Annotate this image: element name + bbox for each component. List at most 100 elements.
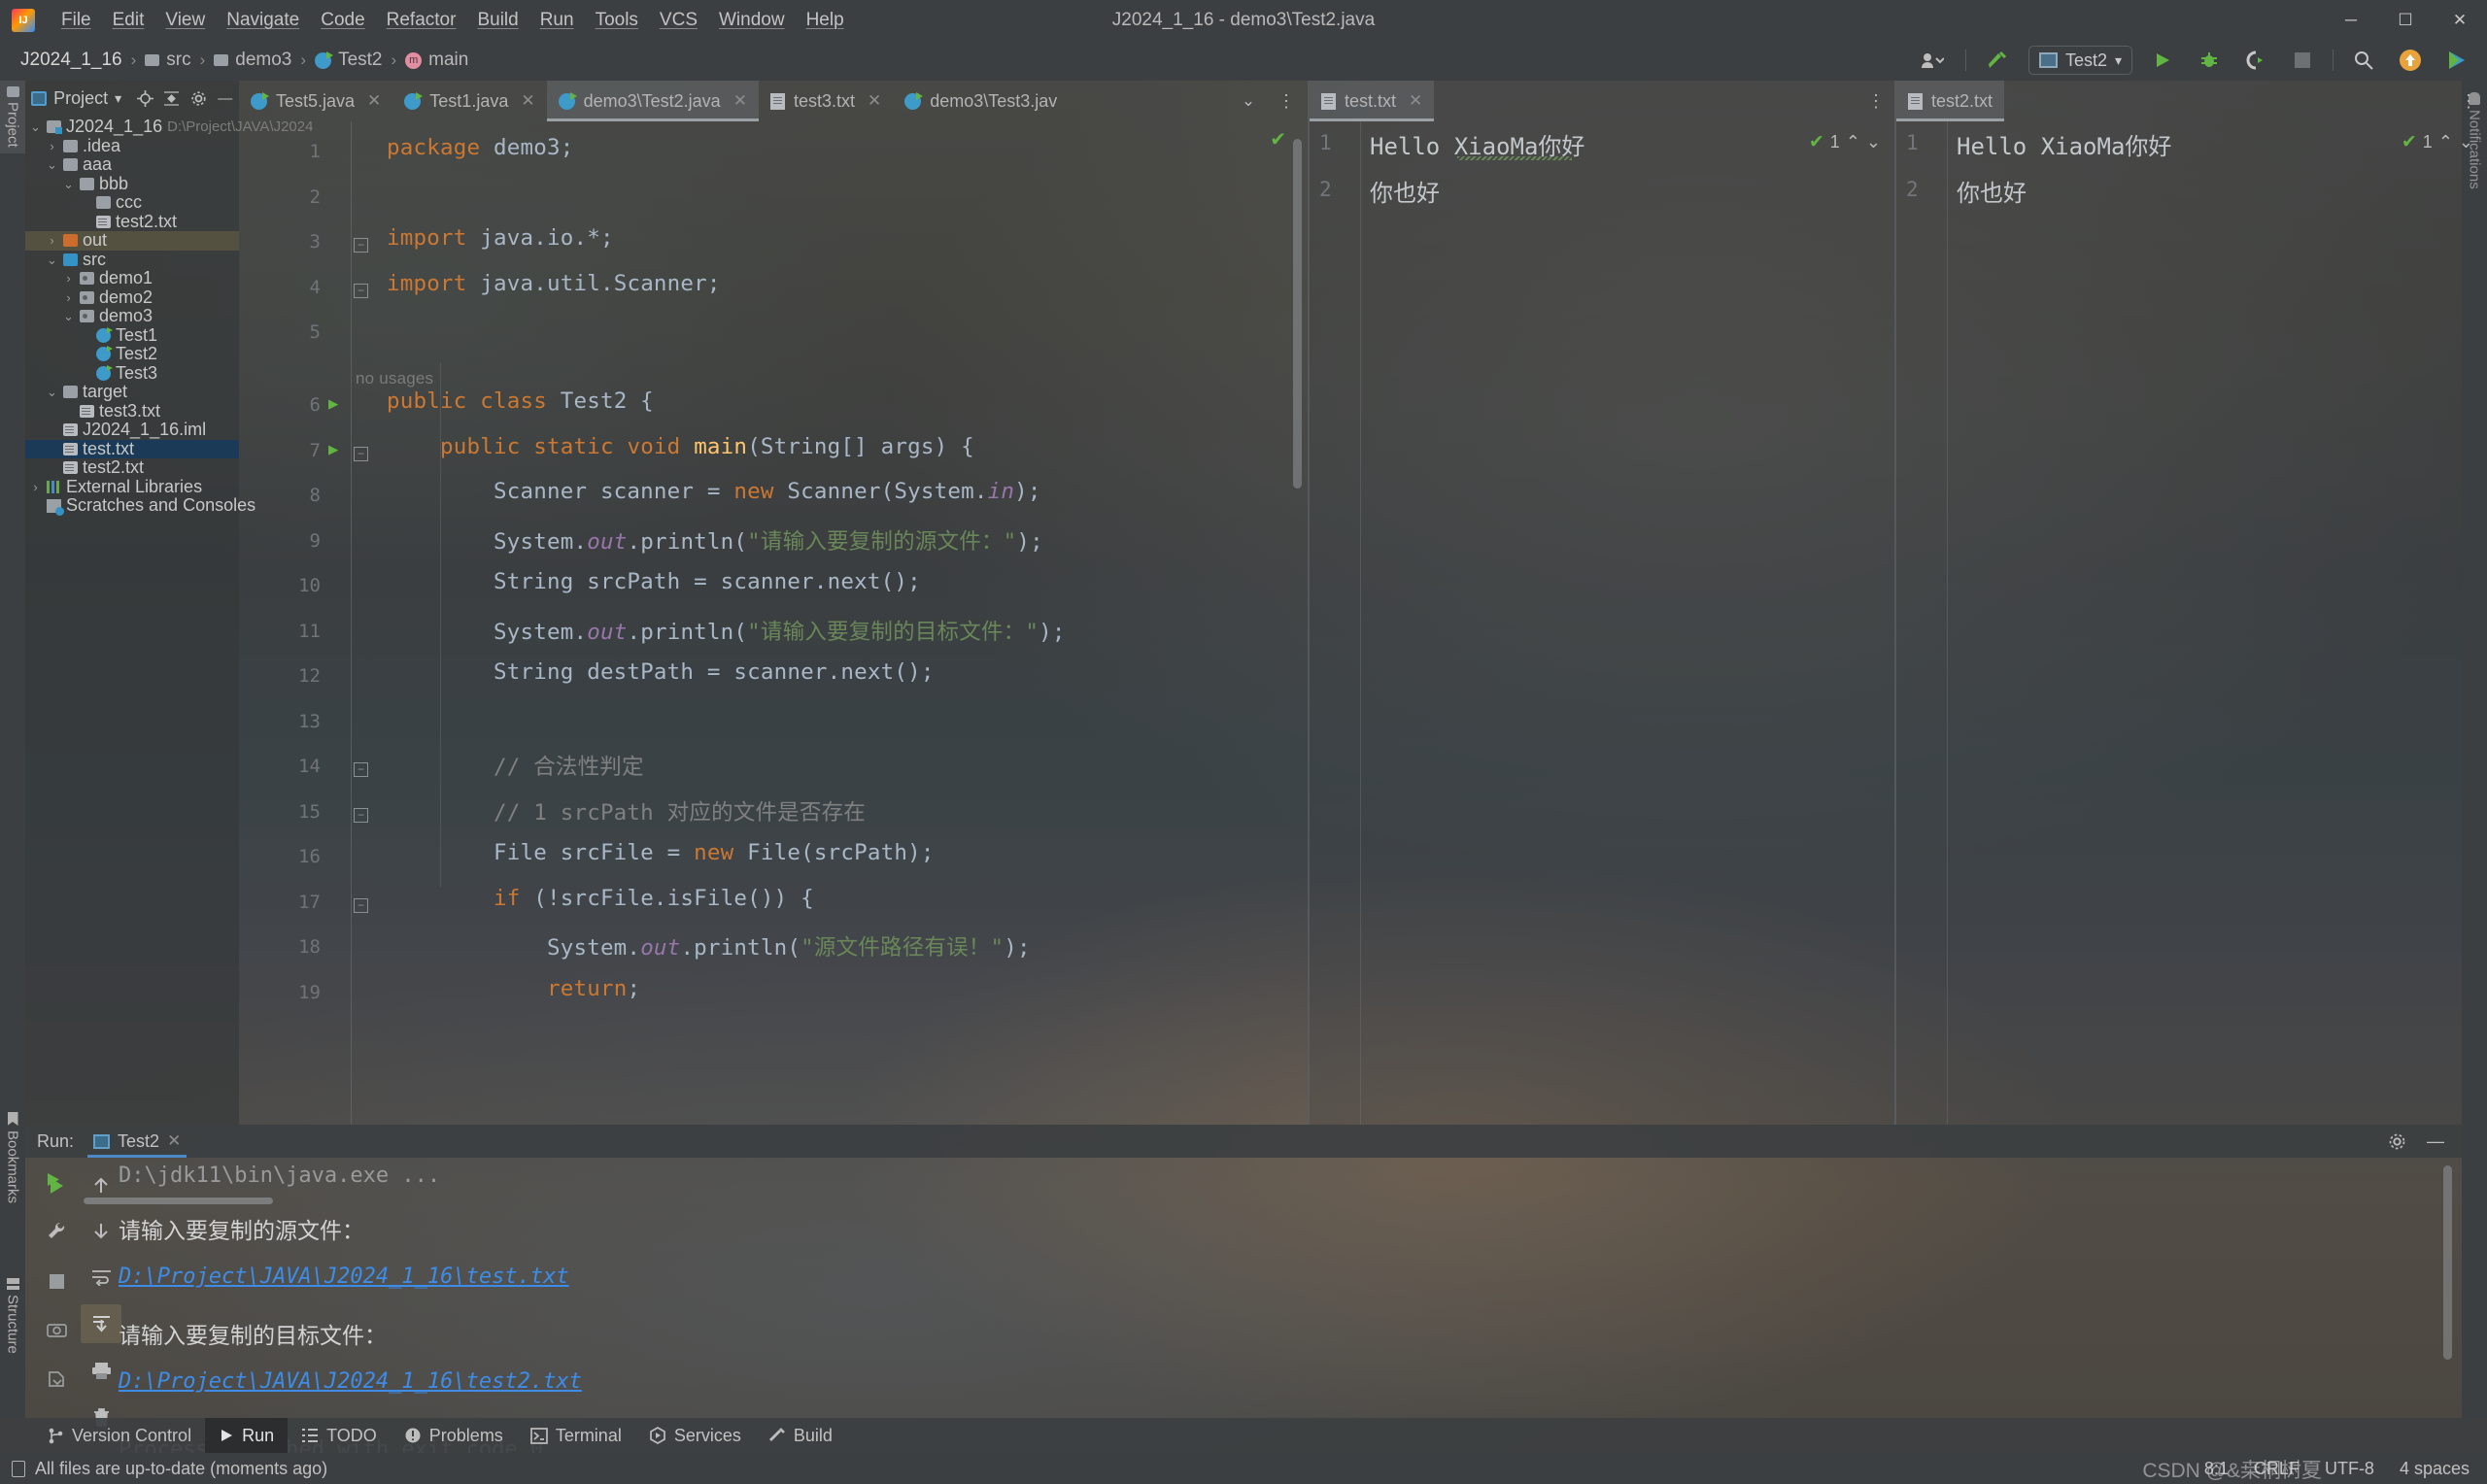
minimize-button[interactable]: ─ bbox=[2324, 0, 2378, 40]
tree-node-external-libraries[interactable]: › External Libraries bbox=[25, 477, 239, 497]
strip-button-structure[interactable]: Structure bbox=[0, 1272, 25, 1360]
menu-item-file[interactable]: File bbox=[51, 0, 102, 40]
code-line[interactable]: public class Test2 { bbox=[387, 388, 654, 414]
search-icon[interactable] bbox=[2347, 46, 2380, 75]
tree-node-ccc[interactable]: ccc bbox=[25, 192, 239, 213]
tree-expand-arrow-icon[interactable]: ⌄ bbox=[29, 118, 42, 137]
menu-item-refactor[interactable]: Refactor bbox=[376, 0, 467, 40]
export-icon[interactable] bbox=[36, 1359, 77, 1398]
code-line[interactable]: // 合法性判定 bbox=[387, 750, 644, 781]
menu-item-navigate[interactable]: Navigate bbox=[216, 0, 310, 40]
code-line[interactable]: System.out.println("请输入要复制的源文件："); bbox=[387, 524, 1043, 556]
bottom-tab-services[interactable]: Services bbox=[635, 1418, 755, 1453]
strip-button-bookmarks[interactable]: Bookmarks bbox=[0, 1106, 25, 1209]
settings-gear-icon[interactable] bbox=[188, 87, 208, 109]
code-line[interactable]: String srcPath = scanner.next(); bbox=[387, 569, 921, 594]
editor-tab-test1-java[interactable]: Test1.java ✕ bbox=[392, 81, 546, 121]
settings-sync-icon[interactable] bbox=[1913, 46, 1952, 75]
text-line[interactable]: 你也好 bbox=[1370, 174, 1440, 208]
tree-node-demo3[interactable]: ⌄ demo3 bbox=[25, 306, 239, 326]
menu-item-edit[interactable]: Edit bbox=[102, 0, 155, 40]
soft-wrap-icon[interactable] bbox=[81, 1258, 121, 1297]
close-icon[interactable]: ✕ bbox=[167, 1131, 181, 1151]
file-encoding[interactable]: UTF-8 bbox=[2325, 1459, 2374, 1479]
tree-node-aaa[interactable]: ⌄ aaa bbox=[25, 154, 239, 175]
stop-square-icon[interactable] bbox=[36, 1262, 77, 1300]
run-tab-test2[interactable]: Test2 ✕ bbox=[84, 1125, 190, 1158]
editor-tab-test2-txt[interactable]: test2.txt bbox=[1896, 81, 2005, 121]
text-line[interactable]: Hello XiaoMa你好 bbox=[1957, 127, 2171, 161]
menu-item-tools[interactable]: Tools bbox=[585, 0, 649, 40]
breadcrumb-item-src[interactable]: src bbox=[140, 48, 195, 73]
tree-node-test1[interactable]: Test1 bbox=[25, 325, 239, 346]
project-view-chevron-icon[interactable]: ▾ bbox=[115, 90, 121, 107]
bottom-tab-build[interactable]: Build bbox=[755, 1418, 846, 1453]
tree-node--idea[interactable]: › .idea bbox=[25, 136, 239, 156]
run-console-output[interactable]: D:\jdk11\bin\java.exe ... 请输入要复制的源文件： D:\P… bbox=[119, 1158, 2431, 1462]
breadcrumb-item-test2[interactable]: Test2 bbox=[310, 48, 387, 73]
inspection-widget[interactable]: ✔ 1 ⌃ ⌄ bbox=[2402, 131, 2473, 153]
text-line[interactable]: 你也好 bbox=[1957, 174, 2027, 208]
tree-node-j2024-1-16-iml[interactable]: J2024_1_16.iml bbox=[25, 420, 239, 440]
run-settings-gear-icon[interactable] bbox=[2382, 1125, 2411, 1158]
code-fold-icon[interactable]: − bbox=[354, 283, 368, 298]
tree-node-target[interactable]: ⌄ target bbox=[25, 382, 239, 402]
menu-item-vcs[interactable]: VCS bbox=[649, 0, 708, 40]
menu-item-window[interactable]: Window bbox=[708, 0, 796, 40]
tree-node-demo1[interactable]: › demo1 bbox=[25, 268, 239, 288]
tree-node-out[interactable]: › out bbox=[25, 230, 239, 251]
editor-vertical-scrollbar[interactable] bbox=[1293, 139, 1302, 489]
editor-tab-test5-java[interactable]: Test5.java ✕ bbox=[239, 81, 392, 121]
close-icon[interactable]: ✕ bbox=[1409, 91, 1422, 111]
tree-node-test3-txt[interactable]: test3.txt bbox=[25, 401, 239, 422]
camera-icon[interactable] bbox=[36, 1310, 77, 1349]
bottom-tab-run[interactable]: Run bbox=[205, 1418, 289, 1453]
tree-node-test3[interactable]: Test3 bbox=[25, 363, 239, 384]
build-hammer-icon[interactable] bbox=[1980, 46, 2015, 75]
tab-more-options-icon[interactable]: ⋮ bbox=[1273, 81, 1300, 121]
close-icon[interactable]: ✕ bbox=[868, 91, 881, 111]
code-line[interactable]: Scanner scanner = new Scanner(System.in)… bbox=[387, 479, 1041, 504]
editor-tab-test3-txt[interactable]: test3.txt ✕ bbox=[759, 81, 893, 121]
tree-expand-arrow-icon[interactable]: ⌄ bbox=[46, 155, 58, 175]
code-line[interactable]: if (!srcFile.isFile()) { bbox=[387, 886, 814, 911]
code-line[interactable]: public static void main(String[] args) { bbox=[387, 434, 974, 459]
tree-node-demo2[interactable]: › demo2 bbox=[25, 287, 239, 308]
menu-item-run[interactable]: Run bbox=[529, 0, 585, 40]
run-hide-icon[interactable]: — bbox=[2421, 1125, 2450, 1158]
run-configuration-selector[interactable]: Test2 ▾ bbox=[2027, 46, 2132, 75]
print-icon[interactable] bbox=[81, 1351, 121, 1390]
console-vertical-scrollbar[interactable] bbox=[2443, 1165, 2452, 1360]
menu-item-view[interactable]: View bbox=[154, 0, 216, 40]
code-fold-icon[interactable]: − bbox=[354, 238, 368, 253]
menu-item-help[interactable]: Help bbox=[796, 0, 855, 40]
tree-node-test-txt[interactable]: test.txt bbox=[25, 439, 239, 458]
code-line[interactable]: String destPath = scanner.next(); bbox=[387, 659, 935, 685]
breadcrumb-item-demo3[interactable]: demo3 bbox=[209, 48, 296, 73]
code-line[interactable]: // 1 srcPath 对应的文件是否存在 bbox=[387, 795, 866, 826]
console-file-link[interactable]: D:\Project\JAVA\J2024_1_16\test2.txt bbox=[119, 1369, 582, 1394]
bottom-tab-todo[interactable]: TODO bbox=[288, 1418, 391, 1453]
locate-icon[interactable] bbox=[135, 87, 154, 109]
tree-expand-arrow-icon[interactable]: ⌄ bbox=[46, 383, 58, 402]
tree-expand-arrow-icon[interactable]: › bbox=[62, 288, 75, 308]
editor-tab-demo3-test2-java[interactable]: demo3\Test2.java ✕ bbox=[546, 81, 760, 121]
code-line[interactable]: System.out.println("源文件路径有误！"); bbox=[387, 930, 1031, 961]
maximize-button[interactable]: ☐ bbox=[2378, 0, 2433, 40]
tree-node-test2-txt[interactable]: test2.txt bbox=[25, 457, 239, 478]
bottom-tab-version-control[interactable]: Version Control bbox=[33, 1418, 205, 1453]
prev-problem-icon[interactable]: ⌃ bbox=[1846, 132, 1860, 152]
down-arrow-icon[interactable] bbox=[81, 1211, 121, 1250]
editor-tab-test-txt[interactable]: test.txt ✕ bbox=[1310, 81, 1435, 121]
scroll-to-end-icon[interactable] bbox=[81, 1304, 121, 1343]
next-problem-icon[interactable]: ⌄ bbox=[1866, 132, 1881, 152]
code-fold-icon[interactable]: − bbox=[354, 807, 368, 823]
code-fold-icon[interactable]: − bbox=[354, 897, 368, 913]
next-problem-icon[interactable]: ⌄ bbox=[2459, 132, 2473, 152]
rerun-play-icon[interactable] bbox=[36, 1166, 77, 1205]
indent-setting[interactable]: 4 spaces bbox=[2400, 1459, 2470, 1479]
close-icon[interactable]: ✕ bbox=[521, 91, 534, 111]
tab-more-options-icon[interactable]: ⋮ bbox=[2460, 81, 2477, 121]
caret-position[interactable]: 8:1 bbox=[2204, 1459, 2229, 1479]
tree-expand-arrow-icon[interactable]: › bbox=[62, 269, 75, 288]
